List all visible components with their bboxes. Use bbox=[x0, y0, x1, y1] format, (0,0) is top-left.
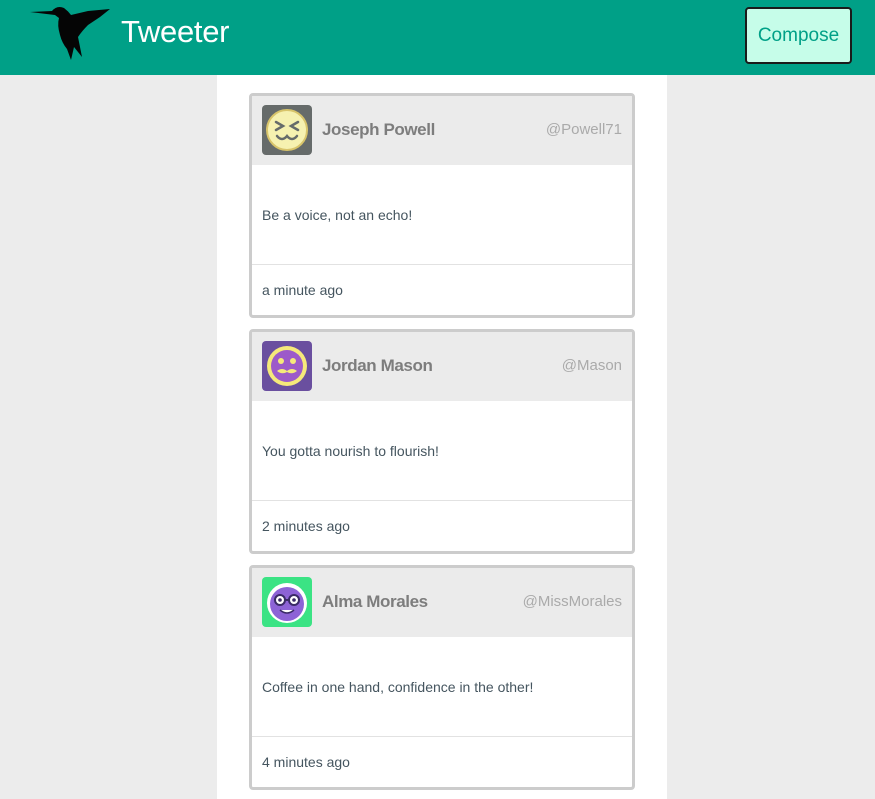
tweet-divider bbox=[252, 500, 632, 501]
tweet-text: You gotta nourish to flourish! bbox=[262, 443, 439, 459]
tweet-card: Joseph Powell @Powell71 Be a voice, not … bbox=[249, 93, 635, 318]
tweet-card: Jordan Mason @Mason You gotta nourish to… bbox=[249, 329, 635, 554]
tweet-timestamp: 2 minutes ago bbox=[262, 518, 350, 534]
tweet-divider bbox=[252, 736, 632, 737]
tweet-text: Coffee in one hand, confidence in the ot… bbox=[262, 679, 534, 695]
tweet-header: Joseph Powell @Powell71 bbox=[252, 96, 632, 165]
tweet-header: Alma Morales @MissMorales bbox=[252, 568, 632, 637]
navbar: Tweeter Compose bbox=[0, 0, 875, 75]
tweet-text: Be a voice, not an echo! bbox=[262, 207, 413, 223]
compose-button[interactable]: Compose bbox=[745, 7, 852, 64]
tweet-author-handle[interactable]: @MissMorales bbox=[523, 593, 622, 610]
tweet-divider bbox=[252, 264, 632, 265]
tweet-feed: Joseph Powell @Powell71 Be a voice, not … bbox=[217, 75, 667, 799]
tweet-header: Jordan Mason @Mason bbox=[252, 332, 632, 401]
tweet-author-handle[interactable]: @Powell71 bbox=[546, 121, 622, 138]
tweet-author-name[interactable]: Jordan Mason bbox=[322, 356, 433, 376]
hummingbird-icon bbox=[30, 7, 110, 60]
tweet-timestamp: a minute ago bbox=[262, 282, 343, 298]
tweet-author-handle[interactable]: @Mason bbox=[562, 357, 622, 374]
brand-title[interactable]: Tweeter bbox=[121, 14, 229, 50]
tweet-author-name[interactable]: Joseph Powell bbox=[322, 120, 435, 140]
mustache-face-avatar-icon bbox=[262, 341, 312, 391]
tweet-author-name[interactable]: Alma Morales bbox=[322, 592, 428, 612]
tweet-card: Alma Morales @MissMorales Coffee in one … bbox=[249, 565, 635, 790]
glasses-face-avatar-icon bbox=[262, 577, 312, 627]
tweet-timestamp: 4 minutes ago bbox=[262, 754, 350, 770]
squinting-face-avatar-icon bbox=[262, 105, 312, 155]
